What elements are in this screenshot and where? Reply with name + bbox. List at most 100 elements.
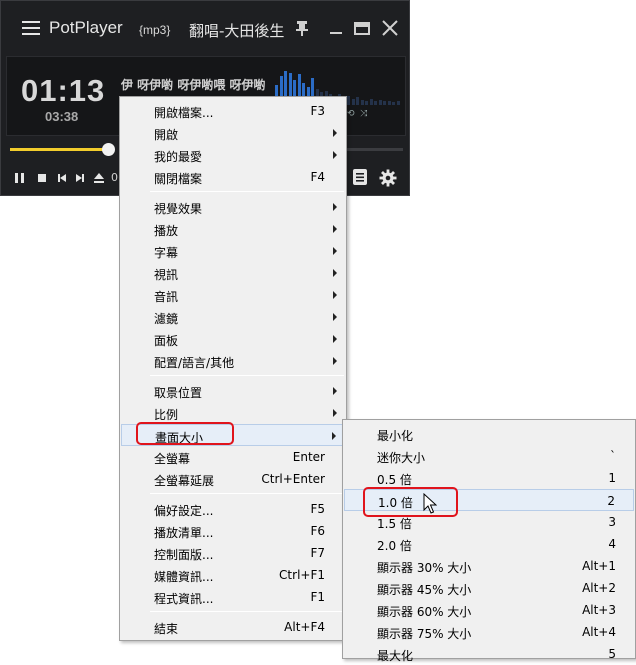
spectrum-bar [351, 99, 355, 105]
menu-item[interactable]: 控制面版... F7 [121, 542, 345, 564]
menu-item-label: 顯示器 60% 大小 [377, 605, 472, 619]
stop-icon[interactable] [36, 171, 48, 185]
spectrum-bar [374, 101, 377, 105]
context-menu-screen-size: 最小化 迷你大小 ` 0.5 倍 1 1.0 倍 2 1.5 倍 3 2.0 倍 4 顯示器 30% … [342, 419, 636, 663]
gear-icon[interactable] [379, 169, 397, 187]
menu-item[interactable]: 顯示器 30% 大小 Alt+1 [344, 555, 634, 577]
spectrum-bar [383, 101, 386, 105]
menu-item[interactable]: 程式資訊... F1 [121, 586, 345, 608]
menu-item-label: 播放 [154, 224, 179, 238]
menu-item[interactable]: 全螢幕 Enter [121, 446, 345, 468]
hamburger-menu-icon[interactable] [22, 21, 40, 35]
menu-item-shortcut: 3 [608, 515, 616, 529]
submenu-arrow-icon [333, 313, 337, 321]
seek-handle[interactable] [102, 143, 115, 156]
menu-item[interactable]: 0.5 倍 1 [344, 467, 634, 489]
menu-item[interactable]: 顯示器 45% 大小 Alt+2 [344, 577, 634, 599]
menu-item-shortcut: Alt+2 [582, 581, 616, 595]
submenu-arrow-icon [333, 129, 337, 137]
menu-item-shortcut: Ctrl+F1 [279, 568, 325, 582]
menu-separator [150, 611, 344, 612]
total-time: 03:38 [45, 109, 79, 124]
eject-icon[interactable] [93, 171, 105, 185]
menu-separator [150, 191, 344, 192]
pause-icon[interactable] [14, 171, 26, 185]
submenu-arrow-icon [333, 269, 337, 277]
menu-item-label: 1.5 倍 [377, 517, 412, 531]
menu-item-shortcut: F5 [310, 502, 325, 516]
title-bar: PotPlayer {mp3} 翻唱-大田後生 [1, 1, 409, 53]
menu-item[interactable]: 最小化 [344, 423, 634, 445]
spectrum-bar [387, 101, 391, 105]
menu-item[interactable]: 結束 Alt+F4 [121, 616, 345, 638]
close-icon[interactable] [379, 17, 401, 39]
menu-item[interactable]: 開啟檔案... F3 [121, 100, 345, 122]
spectrum-bar [378, 100, 382, 105]
menu-item-label: 關閉檔案 [154, 172, 203, 186]
menu-item[interactable]: 比例 [121, 402, 345, 424]
menu-item-label: 視訊 [154, 268, 179, 282]
playlist-icon[interactable] [353, 169, 367, 185]
menu-item[interactable]: 視覺效果 [121, 196, 345, 218]
menu-item-label: 全螢幕 [154, 452, 191, 466]
menu-item[interactable]: 播放 [121, 218, 345, 240]
menu-separator [150, 375, 344, 376]
menu-item[interactable]: 播放清單... F6 [121, 520, 345, 542]
menu-item[interactable]: 顯示器 75% 大小 Alt+4 [344, 621, 634, 643]
minimize-icon[interactable] [325, 17, 347, 39]
menu-item[interactable]: 字幕 [121, 240, 345, 262]
menu-item[interactable]: 面板 [121, 328, 345, 350]
menu-item-shortcut: Alt+F4 [284, 620, 325, 634]
app-title: PotPlayer [49, 18, 123, 37]
seek-bar-played[interactable] [10, 148, 114, 151]
spectrum-bar [360, 100, 364, 105]
menu-item[interactable]: 媒體資訊... Ctrl+F1 [121, 564, 345, 586]
menu-item-label: 偏好設定... [154, 504, 214, 518]
menu-item[interactable]: 取景位置 [121, 380, 345, 402]
menu-item-label: 面板 [154, 334, 179, 348]
repeat-shuffle-icons[interactable]: ⟲ ⤨ [347, 109, 367, 119]
spectrum-bar [392, 102, 395, 105]
context-menu-main: 開啟檔案... F3 開啟 我的最愛 關閉檔案 F4 視覺效果播放字幕視訊音訊 濾鏡面板配置/… [119, 96, 347, 641]
menu-item[interactable]: 音訊 [121, 284, 345, 306]
menu-item[interactable]: 關閉檔案 F4 [121, 166, 345, 188]
submenu-arrow-icon [333, 151, 337, 159]
menu-item[interactable]: 全螢幕延展 Ctrl+Enter [121, 468, 345, 490]
menu-item[interactable]: 最大化 5 [344, 643, 634, 665]
menu-item-shortcut: F3 [310, 104, 325, 118]
spectrum-bar [396, 101, 400, 105]
menu-item-label: 媒體資訊... [154, 570, 214, 584]
pin-icon[interactable] [291, 17, 313, 39]
menu-item[interactable]: 我的最愛 [121, 144, 345, 166]
menu-item-label: 字幕 [154, 246, 179, 260]
menu-item[interactable]: 開啟 [121, 122, 345, 144]
menu-item[interactable]: 2.0 倍 4 [344, 533, 634, 555]
menu-item[interactable]: 濾鏡 [121, 306, 345, 328]
mouse-pointer-icon [423, 493, 437, 514]
menu-item-shortcut: Alt+3 [582, 603, 616, 617]
menu-item[interactable]: 視訊 [121, 262, 345, 284]
menu-item-shortcut: 1 [608, 471, 616, 485]
menu-item-label: 播放清單... [154, 526, 214, 540]
next-icon[interactable] [74, 171, 86, 185]
menu-item-label: 迷你大小 [377, 451, 426, 465]
menu-item[interactable]: 配置/語言/其他 [121, 350, 345, 372]
menu-separator [150, 493, 344, 494]
seek-bar-remaining[interactable] [345, 148, 403, 151]
menu-item-shortcut: Ctrl+Enter [261, 472, 325, 486]
menu-item-label: 程式資訊... [154, 592, 214, 606]
maximize-icon[interactable] [351, 17, 373, 39]
previous-icon[interactable] [56, 171, 68, 185]
submenu-arrow-icon [333, 247, 337, 255]
menu-item-label: 顯示器 30% 大小 [377, 561, 472, 575]
submenu-arrow-icon [333, 291, 337, 299]
submenu-arrow-icon [333, 409, 337, 417]
menu-item[interactable]: 迷你大小 ` [344, 445, 634, 467]
menu-item[interactable]: 顯示器 60% 大小 Alt+3 [344, 599, 634, 621]
submenu-arrow-icon [332, 432, 336, 440]
menu-item[interactable]: 偏好設定... F5 [121, 498, 345, 520]
menu-item-label: 顯示器 45% 大小 [377, 583, 472, 597]
file-title: 翻唱-大田後生 [189, 22, 285, 40]
menu-item-label: 最大化 [377, 649, 414, 663]
submenu-arrow-icon [333, 225, 337, 233]
